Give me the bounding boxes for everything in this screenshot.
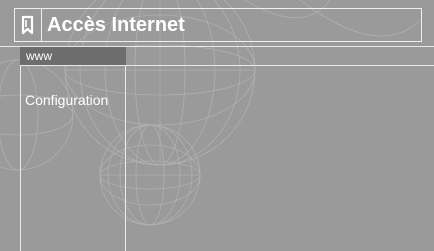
menu-list: Configuration — [20, 66, 126, 251]
title-text-frame: Accès Internet — [42, 8, 422, 42]
internet-access-screen: Accès Internet www Configuration — [0, 0, 434, 251]
bookmark-icon — [21, 15, 34, 35]
category-tab-www[interactable]: www — [20, 47, 126, 65]
menu-item-configuration[interactable]: Configuration — [25, 91, 108, 109]
page-title: Accès Internet — [47, 14, 185, 36]
category-tab-label: www — [26, 49, 52, 63]
title-bar: Accès Internet — [14, 8, 422, 42]
title-icon-frame — [14, 8, 42, 42]
